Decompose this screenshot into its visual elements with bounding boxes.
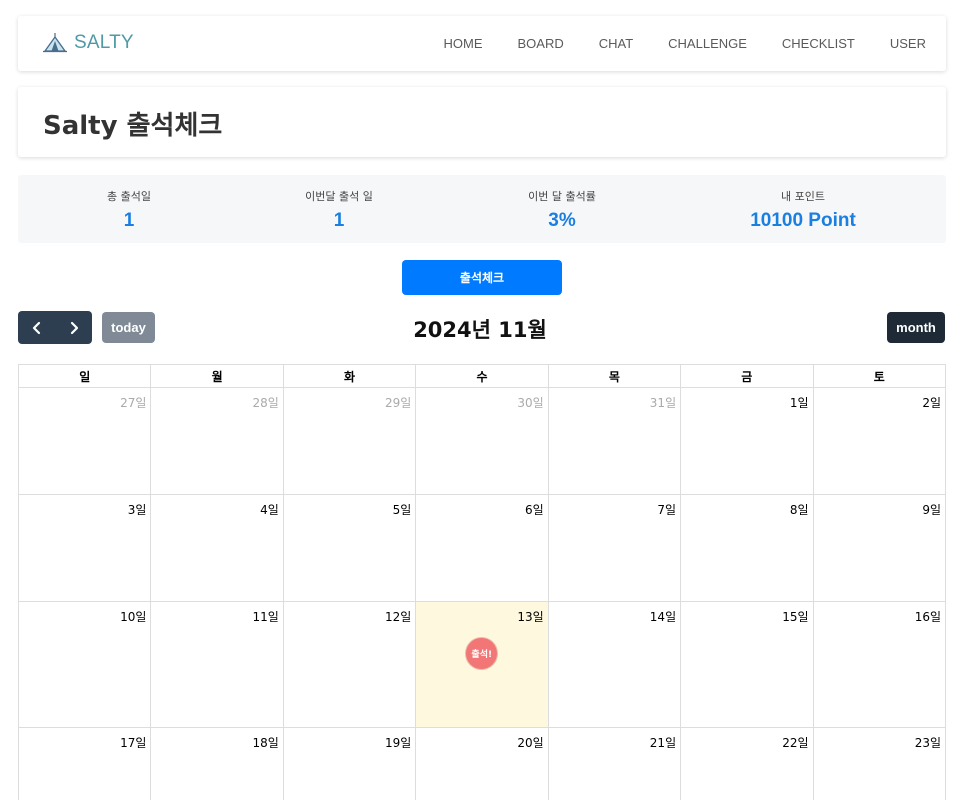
calendar-day-cell[interactable]: 1일 [680,387,814,495]
day-number: 16일 [914,610,941,624]
top-navbar: SALTY HOME BOARD CHAT CHALLENGE CHECKLIS… [18,16,946,71]
calendar-day-cell[interactable]: 11일 [150,601,284,728]
day-number: 31일 [649,396,677,410]
day-number: 22일 [782,736,809,750]
day-number: 10일 [120,610,147,624]
day-number: 13일 [517,610,544,624]
day-number: 5일 [392,503,412,517]
stat-label: 내 포인트 [781,190,825,203]
calendar-day-cell[interactable]: 18일 [150,727,284,800]
nav-home[interactable]: HOME [443,36,482,51]
day-number: 20일 [517,736,544,750]
stat-label: 이번달 출석 일 [305,190,373,203]
stat-total-days: 총 출석일 1 [49,188,209,232]
page-title: Salty 출석체크 [43,111,223,141]
weekday-sat: 토 [812,364,947,388]
day-number: 17일 [120,736,147,750]
weekday-sun: 일 [17,364,152,388]
weekday-header: 일 월 화 수 목 금 토 [17,364,947,388]
day-number: 3일 [127,503,147,517]
brand-name: SALTY [74,32,134,53]
calendar-week-row: 17일 18일 19일 20일 21일 22일 23일 [17,727,947,800]
day-number: 28일 [252,396,279,410]
day-number: 27일 [120,396,147,410]
calendar-week-row: 27일 28일 29일 30일 31일 1일 2일 [17,387,947,495]
checkin-button[interactable]: 출석체크 [402,260,562,295]
nav-user[interactable]: USER [890,36,926,51]
day-number: 30일 [517,396,544,410]
calendar-title: 2024년 11월 [413,318,547,342]
calendar-day-cell[interactable]: 16일 [812,601,947,728]
day-number: 14일 [649,610,677,624]
attendance-stamp: 출석! [466,638,498,669]
day-number: 18일 [252,736,279,750]
nav-board[interactable]: BOARD [517,36,563,51]
title-card: Salty 출석체크 [18,87,946,157]
weekday-tue: 화 [282,364,417,388]
stat-value: 1 [333,210,345,231]
stat-label: 이번 달 출석률 [528,190,596,203]
day-number: 11일 [252,610,279,624]
stat-points: 내 포인트 10100 Point [723,188,883,232]
weekday-wed: 수 [415,364,549,388]
calendar-day-cell[interactable]: 21일 [547,727,682,800]
calendar-day-cell[interactable]: 31일 [547,387,682,495]
calendar-day-cell[interactable]: 17일 [17,727,152,800]
day-number: 15일 [782,610,809,624]
calendar-week-row: 10일 11일 12일 13일 출석! 14일 15일 16일 [17,601,947,728]
day-number: 6일 [525,503,544,517]
day-number: 19일 [384,736,412,750]
calendar-week-row: 3일 4일 5일 6일 7일 8일 9일 [17,494,947,602]
weekday-fri: 금 [680,364,814,388]
calendar-day-cell[interactable]: 29일 [282,387,417,495]
calendar-day-cell[interactable]: 14일 [547,601,682,728]
calendar-day-cell[interactable]: 10일 [17,601,152,728]
calendar-day-cell[interactable]: 30일 [415,387,549,495]
calendar-day-cell[interactable]: 5일 [282,494,417,602]
calendar-day-cell[interactable]: 23일 [812,727,947,800]
day-number: 23일 [914,736,941,750]
day-number: 29일 [384,396,412,410]
tent-icon [43,33,67,53]
month-view-button[interactable]: month [887,312,945,343]
calendar-day-cell[interactable]: 19일 [282,727,417,800]
day-number: 12일 [384,610,412,624]
calendar-day-cell[interactable]: 22일 [680,727,814,800]
calendar-day-cell[interactable]: 3일 [17,494,152,602]
calendar-day-cell[interactable]: 15일 [680,601,814,728]
stat-value: 10100 Point [750,210,856,231]
stat-month-days: 이번달 출석 일 1 [259,188,419,232]
nav-checklist[interactable]: CHECKLIST [782,36,855,51]
calendar-day-cell[interactable]: 12일 [282,601,417,728]
nav-challenge[interactable]: CHALLENGE [668,36,747,51]
nav-menu: HOME BOARD CHAT CHALLENGE CHECKLIST USER [408,16,926,71]
calendar-day-cell[interactable]: 8일 [680,494,814,602]
calendar-grid: 일 월 화 수 목 금 토 27일 28일 29일 30일 31일 1일 2일 3일 4일 5일 6… [17,364,947,800]
stat-label: 총 출석일 [107,190,151,203]
calendar-day-cell[interactable]: 6일 [415,494,549,602]
calendar-day-cell[interactable]: 2일 [812,387,947,495]
stat-value: 1 [123,210,135,231]
weekday-thu: 목 [547,364,682,388]
stat-month-rate: 이번 달 출석률 3% [482,188,642,232]
day-number: 2일 [922,396,941,410]
calendar-day-cell[interactable]: 4일 [150,494,284,602]
day-number: 8일 [789,503,809,517]
weekday-mon: 월 [150,364,284,388]
day-number: 4일 [260,503,279,517]
stat-value: 3% [548,210,576,231]
calendar-day-cell[interactable]: 27일 [17,387,152,495]
calendar-day-cell[interactable]: 20일 [415,727,549,800]
calendar-day-cell[interactable]: 9일 [812,494,947,602]
attendance-stats: 총 출석일 1 이번달 출석 일 1 이번 달 출석률 3% 내 포인트 101… [18,175,946,243]
calendar-day-cell[interactable]: 7일 [547,494,682,602]
day-number: 9일 [922,503,941,517]
brand-logo[interactable]: SALTY [42,31,134,55]
day-number: 21일 [649,736,677,750]
nav-chat[interactable]: CHAT [599,36,633,51]
day-number: 7일 [657,503,677,517]
day-number: 1일 [789,396,809,410]
calendar-day-cell[interactable]: 28일 [150,387,284,495]
calendar-day-cell[interactable]: 13일출석! [415,601,549,728]
